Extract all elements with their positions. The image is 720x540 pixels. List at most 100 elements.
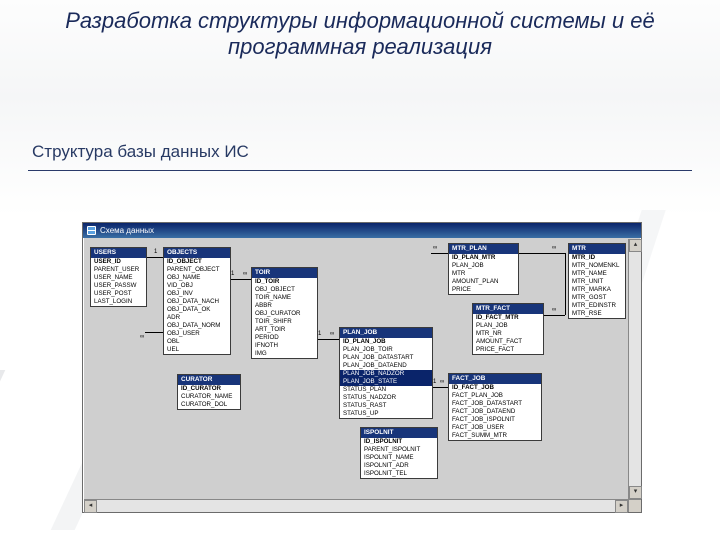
field: OBJ_DATA_NACH [164,298,230,306]
rel-mtrfact-mtr [542,315,565,316]
field: USER_POST [91,290,146,298]
field: UEL [164,346,230,354]
table-header: CURATOR [178,375,240,385]
card-many: ∞ [552,307,556,313]
table-toir[interactable]: TOIR ID_TOIR OBJ_OBJECT TOIR_NAME ABBR O… [251,267,318,359]
rel-users-objects-b [145,332,163,333]
field: MTR_EDINSTR [569,302,625,310]
scroll-left-icon[interactable]: ◂ [84,500,97,513]
table-mtr[interactable]: MTR MTR_ID MTR_NOMENKL MTR_NAME MTR_UNIT… [568,243,626,319]
rel-users-objects [145,257,163,258]
field: IMG [252,350,317,358]
field: PLAN_JOB_DATAEND [340,362,432,370]
field: PRICE_FACT [473,346,543,354]
table-mtr-plan[interactable]: MTR_PLAN ID_PLAN_MTR PLAN_JOB MTR AMOUNT… [448,243,519,295]
table-header: MTR_FACT [473,304,543,314]
diagram-canvas[interactable]: 1 1 ∞ 1 ∞ 1 ∞ ∞ 1 ∞ ∞ ∞ USERS USER_ID [84,239,628,499]
table-fact-job[interactable]: FACT_JOB ID_FACT_JOB FACT_PLAN_JOB FACT_… [448,373,542,441]
field: AMOUNT_PLAN [449,278,518,286]
field: PLAN_JOB_TOIR [340,346,432,354]
card-many: ∞ [433,245,437,251]
field: ISPOLNIT_TEL [361,470,437,478]
field: ISPOLNIT_NAME [361,454,437,462]
field: FACT_JOB_USER [449,424,541,432]
field: MTR_GOST [569,294,625,302]
field: PLAN_JOB [449,262,518,270]
table-curator[interactable]: CURATOR ID_CURATOR CURATOR_NAME CURATOR_… [177,374,241,410]
field: ABBR [252,302,317,310]
field: ADR [164,314,230,322]
field: OBJ_USER [164,330,230,338]
field: ISPOLNIT_ADR [361,462,437,470]
field: CURATOR_DOL [178,401,240,409]
rel-toir-planjob [316,339,339,340]
field: FACT_JOB_DATASTART [449,400,541,408]
card-many: ∞ [243,271,247,277]
field: STATUS_RAST [340,402,432,410]
field: USER_NAME [91,274,146,282]
scrollbar-corner [628,499,641,512]
field: MTR_NR [473,330,543,338]
card-many: ∞ [330,331,334,337]
divider [28,170,692,171]
field: MTR_MARKA [569,286,625,294]
field: OBJ_OBJECT [252,286,317,294]
table-header: FACT_JOB [449,374,541,384]
card-many: ∞ [140,334,144,340]
scroll-right-icon[interactable]: ▸ [615,500,628,513]
field: ART_TOIR [252,326,317,334]
field: USER_ID [91,258,146,266]
field: PERIOD [252,334,317,342]
field: ID_ISPOLNIT [361,438,437,446]
card-one: 1 [433,379,436,385]
field: STATUS_NADZOR [340,394,432,402]
table-header: USERS [91,248,146,258]
table-plan-job[interactable]: PLAN_JOB ID_PLAN_JOB PLAN_JOB_TOIR PLAN_… [339,327,433,419]
field: VID_OBJ [164,282,230,290]
table-objects[interactable]: OBJECTS ID_OBJECT PARENT_OBJECT OBJ_NAME… [163,247,231,355]
field: PARENT_USER [91,266,146,274]
field: ID_TOIR [252,278,317,286]
table-mtr-fact[interactable]: MTR_FACT ID_FACT_MTR PLAN_JOB MTR_NR AMO… [472,303,544,355]
field-selected: PLAN_JOB_NADZOR [340,370,432,378]
scroll-down-icon[interactable]: ▾ [629,486,642,499]
field: FACT_SUMM_MTR [449,432,541,440]
slide-subtitle: Структура базы данных ИС [32,142,249,162]
scrollbar-vertical[interactable]: ▴ ▾ [628,239,641,499]
field: PRICE [449,286,518,294]
field: CURATOR_NAME [178,393,240,401]
field: STATUS_UP [340,410,432,418]
scroll-up-icon[interactable]: ▴ [629,239,642,252]
window-caption: Схема данных [100,223,154,238]
field: ID_PLAN_JOB [340,338,432,346]
field: ID_FACT_MTR [473,314,543,322]
field-selected: PLAN_JOB_STATE [340,378,432,386]
table-ispolnit[interactable]: ISPOLNIT ID_ISPOLNIT PARENT_ISPOLNIT ISP… [360,427,438,479]
field: ID_OBJECT [164,258,230,266]
table-users[interactable]: USERS USER_ID PARENT_USER USER_NAME USER… [90,247,147,307]
card-many: ∞ [440,379,444,385]
window-titlebar[interactable]: Схема данных [83,223,641,238]
rel-mtr-vert [565,253,566,315]
scrollbar-horizontal[interactable]: ◂ ▸ [84,499,628,512]
field: OBJ_DATA_OK [164,306,230,314]
card-one: 1 [318,331,321,337]
field: PARENT_ISPOLNIT [361,446,437,454]
field: MTR_UNIT [569,278,625,286]
field: ID_PLAN_MTR [449,254,518,262]
field: AMOUNT_FACT [473,338,543,346]
rel-mtrplan-mtr [517,253,565,254]
table-header: TOIR [252,268,317,278]
card-one: 1 [231,271,234,277]
field: OBJ_NAME [164,274,230,282]
table-header: PLAN_JOB [340,328,432,338]
table-header: ISPOLNIT [361,428,437,438]
field: MTR_ID [569,254,625,262]
field: FACT_PLAN_JOB [449,392,541,400]
rel-planjob-factjob [431,387,448,388]
field: MTR [449,270,518,278]
field: MTR_NOMENKL [569,262,625,270]
schema-window: Схема данных 1 1 ∞ 1 ∞ 1 ∞ ∞ 1 ∞ ∞ ∞ [82,222,642,513]
slide-title: Разработка структуры информационной сист… [0,8,720,60]
slide: Разработка структуры информационной сист… [0,0,720,540]
